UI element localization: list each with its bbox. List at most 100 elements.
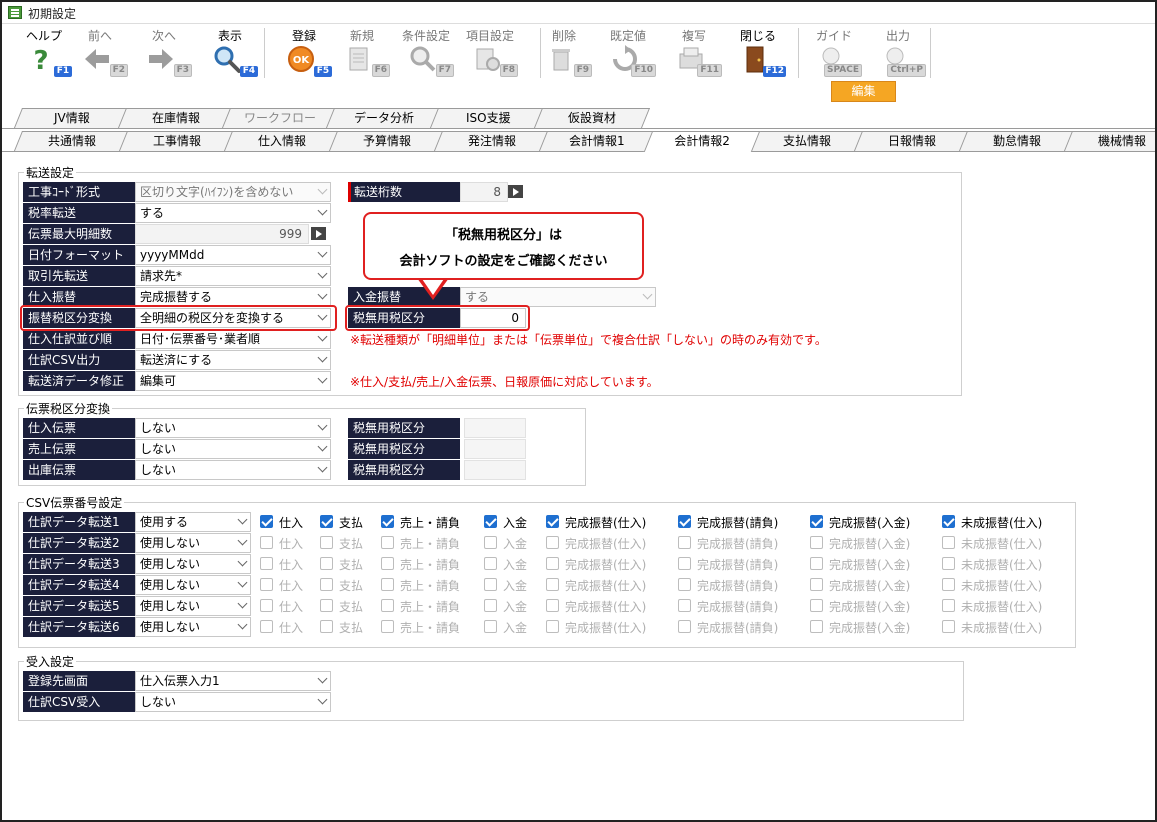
tax-free-code-input[interactable]: 0 [460, 308, 526, 328]
sub-tab-6[interactable]: 会計情報2 [643, 131, 761, 152]
transfer-setting-5-value: 完成振替する [140, 290, 213, 304]
checkbox-label: 入金 [503, 516, 528, 530]
slip-tax-free-input[interactable] [464, 460, 526, 480]
sub-tab-9[interactable]: 勤怠情報 [958, 131, 1076, 151]
sub-tab-7[interactable]: 支払情報 [748, 131, 866, 151]
max-lines-value[interactable]: 999 [135, 224, 309, 244]
checkbox-unchecked-icon [260, 557, 273, 570]
transfer-setting-7-select[interactable]: 日付･伝票番号･業者順 [135, 329, 331, 349]
toolbar-button-new-document[interactable]: 新規 F6 [330, 24, 394, 80]
arrow-right-icon [146, 44, 176, 74]
toolbar-button-lightbulb[interactable]: ガイド SPACE [802, 24, 866, 80]
transfer-setting-0-select[interactable]: 区切り文字(ﾊｲﾌﾝ)を含めない [135, 182, 331, 202]
checkbox-label: 支払 [339, 516, 364, 530]
transfer-setting-9-select[interactable]: 編集可 [135, 371, 331, 391]
transfer-digits-arrow-icon[interactable] [508, 185, 523, 198]
slip-tax-2-value: しない [140, 463, 177, 477]
top-tab-label: JV情報 [54, 111, 90, 125]
journal-transfer-1-select[interactable]: 使用する [135, 512, 251, 532]
callout-line-1: 「税無用税区分」は [444, 228, 562, 243]
checkbox-unchecked-icon [678, 620, 691, 633]
toolbar-separator [930, 28, 931, 78]
toolbar-button-door-exit[interactable]: 閉じる F12 [726, 24, 790, 80]
checkbox-unchecked-icon [320, 599, 333, 612]
toolbar-button-magnifier[interactable]: 表示 F4 [198, 24, 262, 80]
transfer-setting-5-select[interactable]: 完成振替する [135, 287, 331, 307]
slip-tax-0-select[interactable]: しない [135, 418, 331, 438]
transfer-setting-4-select[interactable]: 請求先* [135, 266, 331, 286]
checkbox-checked-icon [260, 515, 273, 528]
title-bar: 初期設定 [2, 2, 1155, 24]
journal-transfer-4-select[interactable]: 使用しない [135, 575, 251, 595]
checkbox-checked-icon [484, 515, 497, 528]
journal-transfer-6-select[interactable]: 使用しない [135, 617, 251, 637]
slip-tax-free-input[interactable] [464, 418, 526, 438]
max-lines-arrow-icon[interactable] [311, 227, 326, 240]
receive-setting-1-select[interactable]: しない [135, 692, 331, 712]
checkbox-label: 入金 [503, 579, 528, 593]
callout-balloon: 「税無用税区分」は 会計ソフトの設定をご確認ください [363, 212, 644, 280]
sub-tab-0[interactable]: 共通情報 [13, 131, 131, 151]
checkbox-unchecked-icon [320, 578, 333, 591]
transfer-setting-1-select[interactable]: する [135, 203, 331, 223]
deposit-transfer-value: する [465, 290, 490, 304]
checkbox-label: 完成振替(仕入) [565, 621, 647, 635]
sub-tab-8[interactable]: 日報情報 [853, 131, 971, 151]
svg-text:?: ? [33, 46, 48, 74]
slip-tax-2-select[interactable]: しない [135, 460, 331, 480]
transfer-setting-6-select[interactable]: 全明細の税区分を変換する [135, 308, 331, 328]
deposit-transfer-select[interactable]: する [460, 287, 656, 307]
journal-transfer-2-label: 仕訳データ転送2 [23, 533, 135, 553]
transfer-setting-5-label: 仕入振替 [23, 287, 135, 307]
transfer-settings-title: 転送設定 [24, 164, 77, 181]
journal-transfer-3-select[interactable]: 使用しない [135, 554, 251, 574]
checkbox-label: 仕入 [279, 558, 304, 572]
toolbar-button-help[interactable]: ヘルプ? F1 [12, 24, 76, 80]
transfer-digits-value[interactable]: 8 [460, 182, 508, 202]
toolbar-button-copy[interactable]: 複写 F11 [662, 24, 726, 80]
journal-transfer-1-value: 使用する [140, 515, 189, 529]
sub-tab-1[interactable]: 工事情報 [118, 131, 236, 151]
toolbar-separator [264, 28, 265, 78]
receive-setting-0-label: 登録先画面 [23, 671, 135, 691]
toolbar-button-arrow-right[interactable]: 次へ F3 [132, 24, 196, 80]
top-tab-0[interactable]: JV情報 [13, 108, 131, 128]
top-tab-label: ISO支援 [465, 111, 511, 125]
toolbar-button-reset[interactable]: 既定値 F10 [596, 24, 660, 80]
top-tab-3[interactable]: データ分析 [325, 108, 443, 128]
toolbar-button-trash[interactable]: 削除 F9 [532, 24, 596, 80]
sub-tab-5[interactable]: 会計情報1 [538, 131, 656, 151]
top-tab-1[interactable]: 在庫情報 [117, 108, 235, 128]
chevron-down-icon [317, 694, 328, 705]
transfer-setting-8-select[interactable]: 転送済にする [135, 350, 331, 370]
sub-tab-2[interactable]: 仕入情報 [223, 131, 341, 151]
toolbar-button-ok[interactable]: 登録 OK F5 [272, 24, 336, 80]
trash-icon [546, 44, 576, 74]
journal-transfer-5-select[interactable]: 使用しない [135, 596, 251, 616]
checkbox-label: 未成振替(仕入) [961, 558, 1043, 572]
toolbar-button-output[interactable]: 出力 Ctrl+P [866, 24, 930, 80]
receive-setting-1-value: しない [140, 695, 177, 709]
top-tab-2[interactable]: ワークフロー [221, 108, 339, 128]
checkbox-unchecked-icon [546, 599, 559, 612]
top-tab-4[interactable]: ISO支援 [429, 108, 547, 128]
transfer-setting-3-select[interactable]: yyyyMMdd [135, 245, 331, 265]
toolbar-button-item-settings[interactable]: 項目設定 F8 [458, 24, 522, 80]
top-tab-5[interactable]: 仮設資材 [533, 108, 651, 128]
checkbox-checked-icon [678, 515, 691, 528]
chevron-down-icon [317, 247, 328, 258]
toolbar-button-arrow-left[interactable]: 前へ F2 [68, 24, 132, 80]
journal-transfer-5-value: 使用しない [140, 599, 201, 613]
sub-tab-label: 会計情報1 [569, 134, 625, 148]
checkbox-label: 完成振替(請負) [697, 516, 779, 530]
sub-tab-4[interactable]: 発注情報 [433, 131, 551, 151]
toolbar-button-label: 項目設定 [465, 29, 514, 43]
sub-tab-10[interactable]: 機械情報 [1063, 131, 1155, 151]
receive-setting-0-select[interactable]: 仕入伝票入力1 [135, 671, 331, 691]
journal-transfer-4-value: 使用しない [140, 578, 201, 592]
journal-transfer-2-select[interactable]: 使用しない [135, 533, 251, 553]
sub-tab-3[interactable]: 予算情報 [328, 131, 446, 151]
toolbar-button-condition-search[interactable]: 条件設定 F7 [394, 24, 458, 80]
slip-tax-1-select[interactable]: しない [135, 439, 331, 459]
slip-tax-free-input[interactable] [464, 439, 526, 459]
